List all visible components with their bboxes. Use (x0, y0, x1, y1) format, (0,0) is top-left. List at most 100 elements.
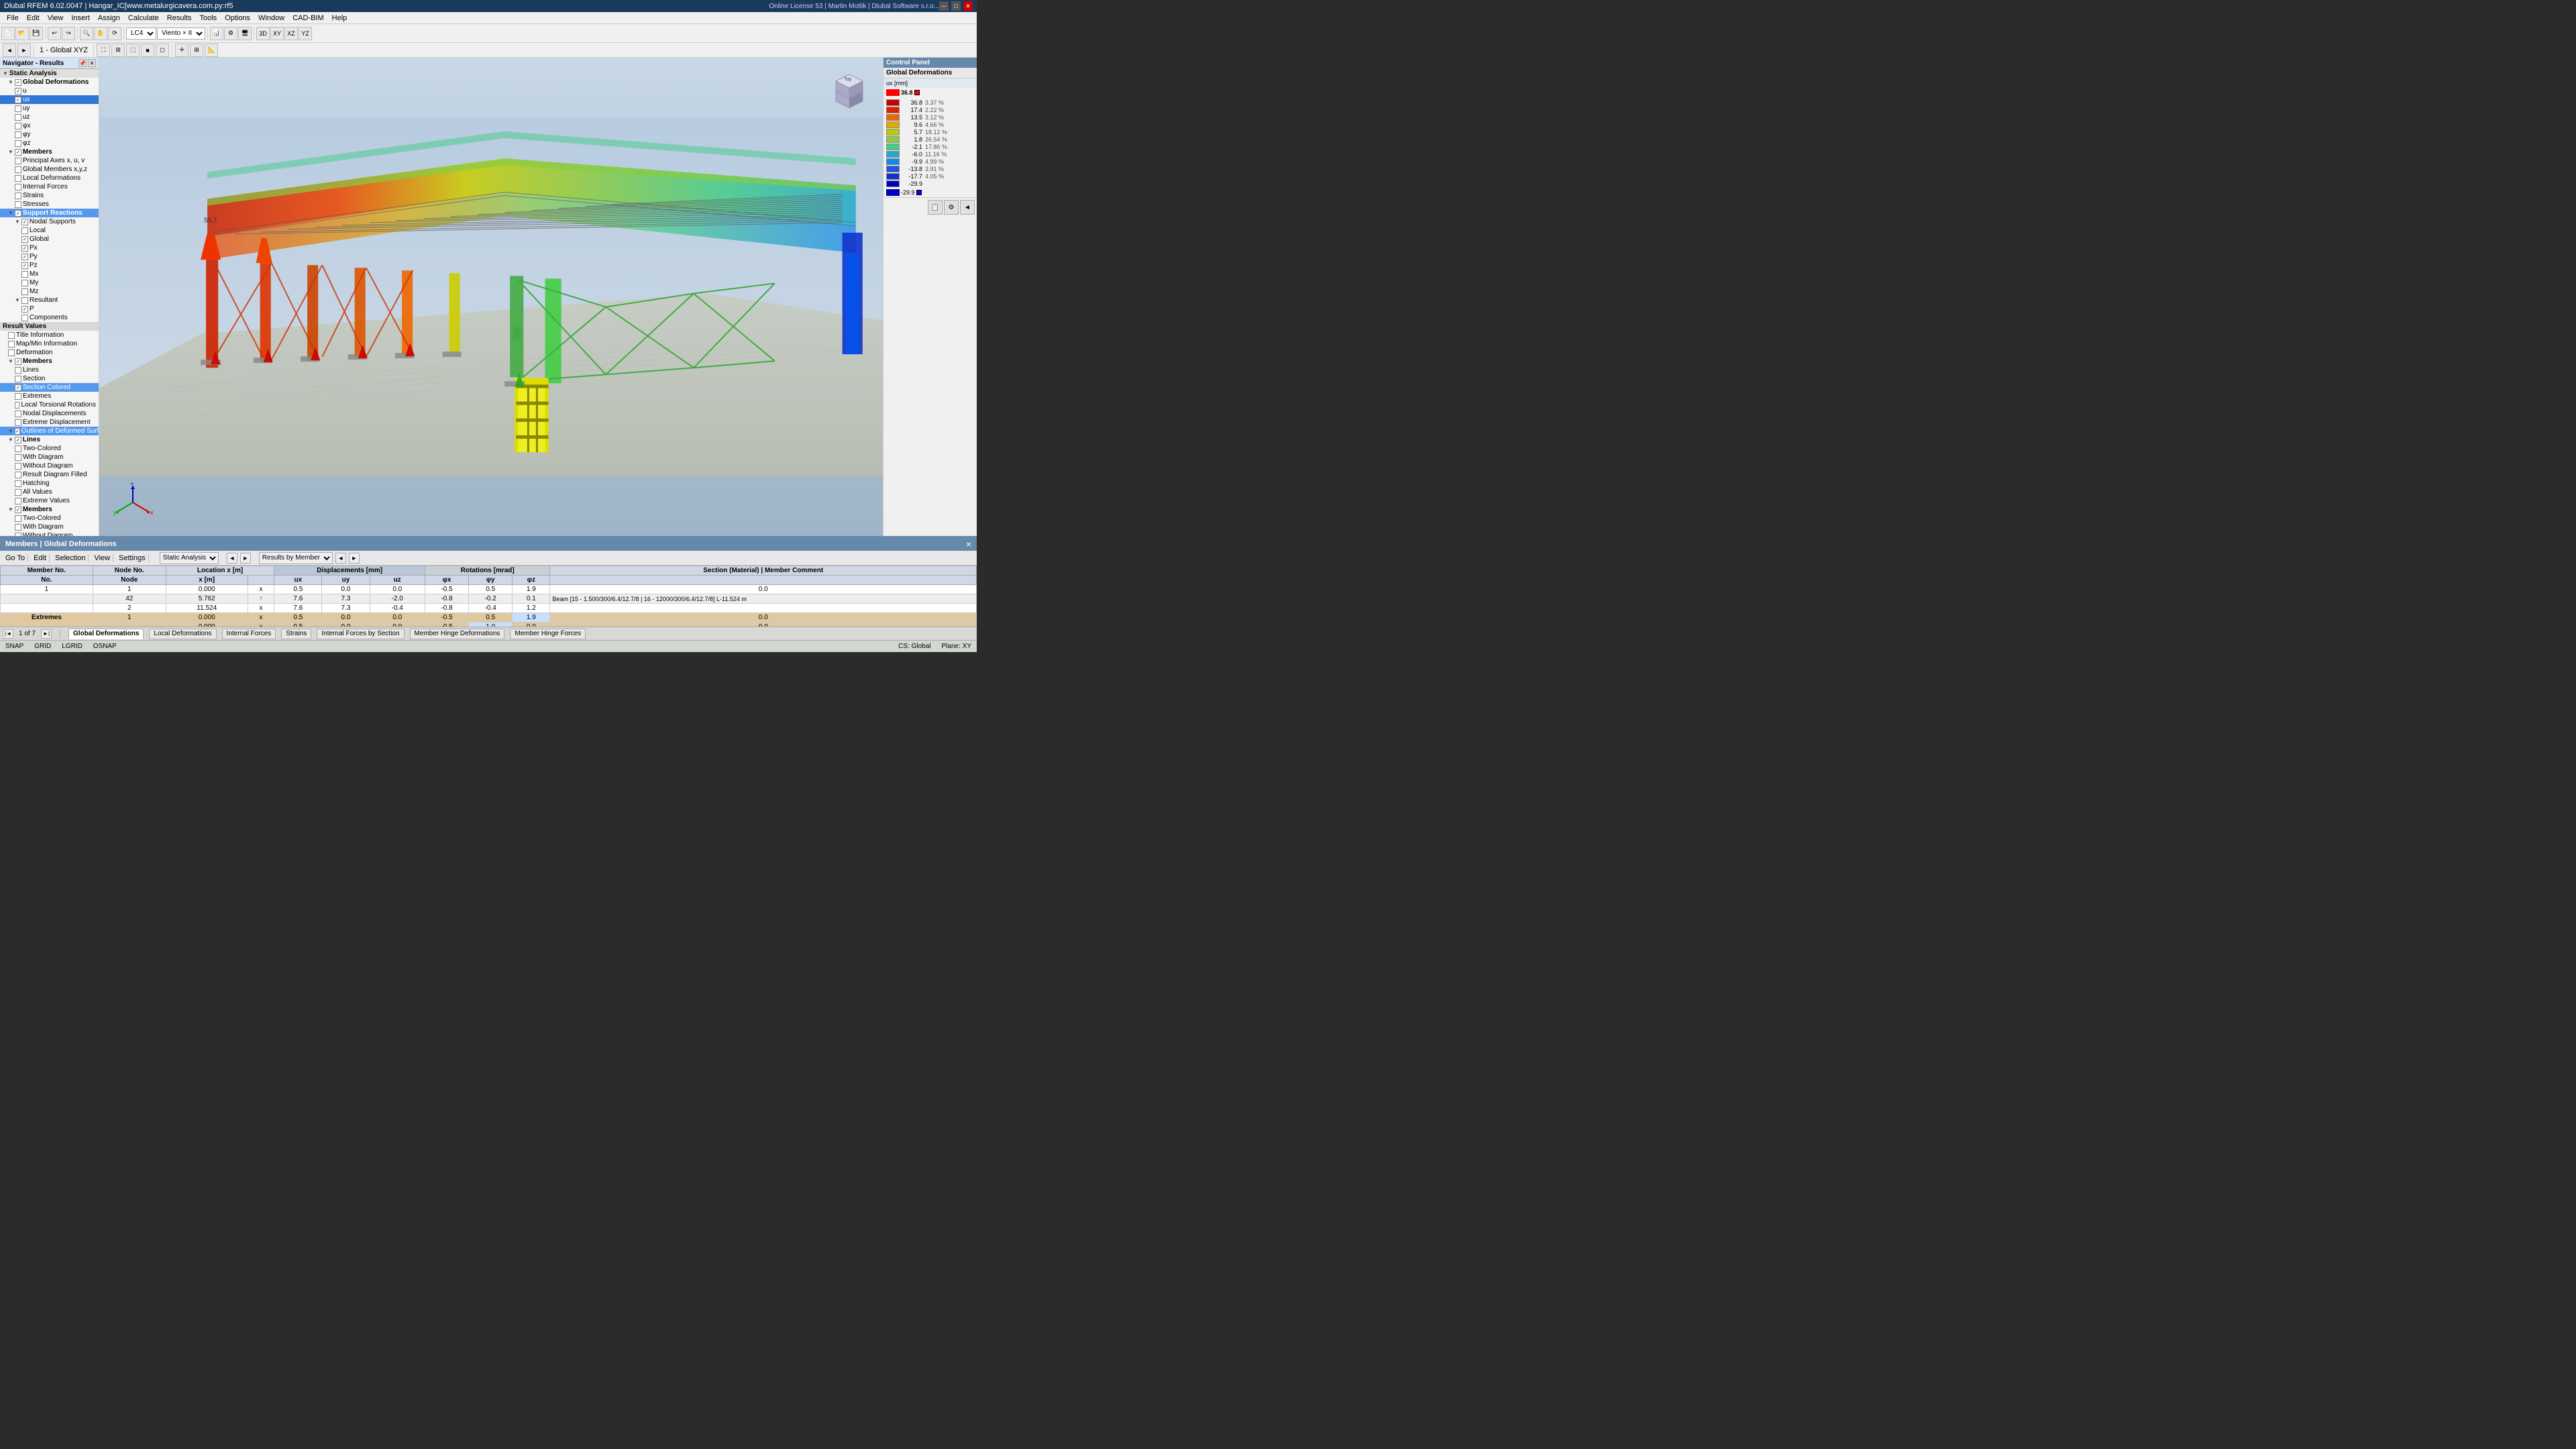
nav-principal-axes[interactable]: Principal Axes x, u, v (0, 156, 99, 165)
redo-btn[interactable]: ↪ (62, 27, 75, 40)
cb-py[interactable] (15, 131, 21, 138)
cb-uy[interactable] (15, 105, 21, 112)
nav-all-values[interactable]: All Values (0, 488, 99, 496)
cb-ms[interactable] (15, 358, 21, 365)
nav-members-sub[interactable]: ▼ Members (0, 357, 99, 366)
nav-without-diagram[interactable]: Without Diagram (0, 462, 99, 470)
cb-my[interactable] (21, 280, 28, 286)
nav-title-info[interactable]: Title Information (0, 331, 99, 339)
tab-member-hinge-def[interactable]: Member Hinge Deformations (410, 629, 505, 639)
nav-global-deformations[interactable]: ▼ Global Deformations (0, 78, 99, 87)
menu-item-help[interactable]: Help (328, 12, 352, 23)
measure-btn[interactable]: 📐 (205, 44, 218, 57)
nav-py2[interactable]: Py (0, 252, 99, 261)
nav-local-def[interactable]: Local Deformations (0, 174, 99, 182)
tab-internal-forces[interactable]: Internal Forces (222, 629, 276, 639)
cb-mwd[interactable] (15, 524, 21, 531)
nav-stresses[interactable]: Stresses (0, 200, 99, 209)
nav-maxmin[interactable]: Map/Min Information (0, 339, 99, 348)
menu-item-cad-bim[interactable]: CAD-BIM (288, 12, 327, 23)
close-btn[interactable]: ✕ (963, 1, 973, 11)
nav-pz2[interactable]: Pz (0, 261, 99, 270)
results-nav-next[interactable]: ► (349, 553, 360, 564)
nav-first-btn[interactable]: |◄ (3, 629, 13, 639)
nav-members-lines[interactable]: ▼ Members (0, 505, 99, 514)
cb-lt[interactable] (15, 402, 19, 409)
cb-mtc[interactable] (15, 515, 21, 522)
tab-strains[interactable]: Strains (281, 629, 311, 639)
nav-uz[interactable]: uz (0, 113, 99, 121)
cube-indicator[interactable]: Top (829, 71, 869, 111)
new-btn[interactable]: 📄 (1, 27, 15, 40)
maximize-btn[interactable]: □ (951, 1, 961, 11)
cb-mx[interactable] (21, 271, 28, 278)
nav-ns-global[interactable]: Global (0, 235, 99, 244)
nav-u[interactable]: u (0, 87, 99, 95)
cb-tc[interactable] (15, 445, 21, 452)
cb-ns[interactable] (21, 219, 28, 225)
viewyz-btn[interactable]: YZ (299, 27, 312, 40)
nav-hatching[interactable]: Hatching (0, 479, 99, 488)
cb-res-comp[interactable] (21, 315, 28, 321)
nav-pin-btn[interactable]: 📌 (78, 59, 87, 67)
cb-sr[interactable] (15, 210, 21, 217)
cb-stre[interactable] (15, 201, 21, 208)
cb-gm[interactable] (15, 166, 21, 173)
results-nav-prev[interactable]: ◄ (335, 553, 346, 564)
nav-strains[interactable]: Strains (0, 191, 99, 200)
status-grid[interactable]: GRID (34, 643, 51, 650)
tab-member-hinge-forces[interactable]: Member Hinge Forces (510, 629, 586, 639)
nav-res-comp[interactable]: Components (0, 313, 99, 322)
menu-item-view[interactable]: View (44, 12, 68, 23)
cp-collapse-btn[interactable]: ◄ (960, 200, 975, 215)
viento-select[interactable]: Viento × II (157, 28, 205, 40)
nav-extreme-disp[interactable]: Extreme Displacement (0, 418, 99, 427)
nav-nodal-disp[interactable]: Nodal Displacements (0, 409, 99, 418)
nav-pz[interactable]: φz (0, 139, 99, 148)
cb-ns-global[interactable] (21, 236, 28, 243)
cb-if[interactable] (15, 184, 21, 191)
cb-ux[interactable] (15, 97, 21, 103)
tab-local-deformations[interactable]: Local Deformations (149, 629, 216, 639)
cb-mm[interactable] (8, 341, 15, 347)
nav-close-btn[interactable]: ✕ (88, 59, 96, 67)
view3d-btn[interactable]: 3D (256, 27, 270, 40)
cb-global-def[interactable] (15, 79, 21, 86)
nav-mx[interactable]: Mx (0, 270, 99, 278)
nav-lines-section[interactable]: ▼ Lines (0, 435, 99, 444)
bt-view[interactable]: View (91, 554, 113, 562)
cb-ext[interactable] (15, 393, 21, 400)
tab-global-deformations[interactable]: Global Deformations (68, 629, 144, 639)
nav-global-members[interactable]: Global Members x,y,z (0, 165, 99, 174)
cb-pz[interactable] (15, 140, 21, 147)
cb-py2[interactable] (21, 254, 28, 260)
cp-copy-btn[interactable]: 📋 (928, 200, 943, 215)
nav-uy[interactable]: uy (0, 104, 99, 113)
nav-result-filled[interactable]: Result Diagram Filled (0, 470, 99, 479)
cb-wod[interactable] (15, 463, 21, 470)
bt-settings[interactable]: Settings (116, 554, 149, 562)
lc-select[interactable]: LC4 (126, 28, 156, 40)
cb-ev[interactable] (15, 498, 21, 504)
split-btn[interactable]: ⊞ (111, 44, 125, 57)
cb-ti[interactable] (8, 332, 15, 339)
cb-section[interactable] (15, 376, 21, 382)
nav-my[interactable]: My (0, 278, 99, 287)
nav-outlines[interactable]: ▼ Outlines of Deformed Surfaces (0, 427, 99, 435)
menu-item-window[interactable]: Window (254, 12, 288, 23)
nav-px2[interactable]: Px (0, 244, 99, 252)
nav-section[interactable]: Section (0, 374, 99, 383)
nav-extreme-values[interactable]: Extreme Values (0, 496, 99, 505)
open-btn[interactable]: 📂 (15, 27, 29, 40)
cb-hatch[interactable] (15, 480, 21, 487)
bt-edit[interactable]: Edit (31, 554, 50, 562)
cb-px[interactable] (15, 123, 21, 129)
nav-last-btn[interactable]: ►| (41, 629, 52, 639)
viewxz-btn[interactable]: XZ (284, 27, 298, 40)
cb-out[interactable] (15, 428, 20, 435)
nav-m-with-diagram[interactable]: With Diagram (0, 523, 99, 531)
viewport-3d[interactable]: 55.7 x y z (99, 58, 883, 536)
analysis-select[interactable]: Static Analysis (160, 552, 219, 564)
cb-nd[interactable] (15, 411, 21, 417)
nav-py[interactable]: φy (0, 130, 99, 139)
